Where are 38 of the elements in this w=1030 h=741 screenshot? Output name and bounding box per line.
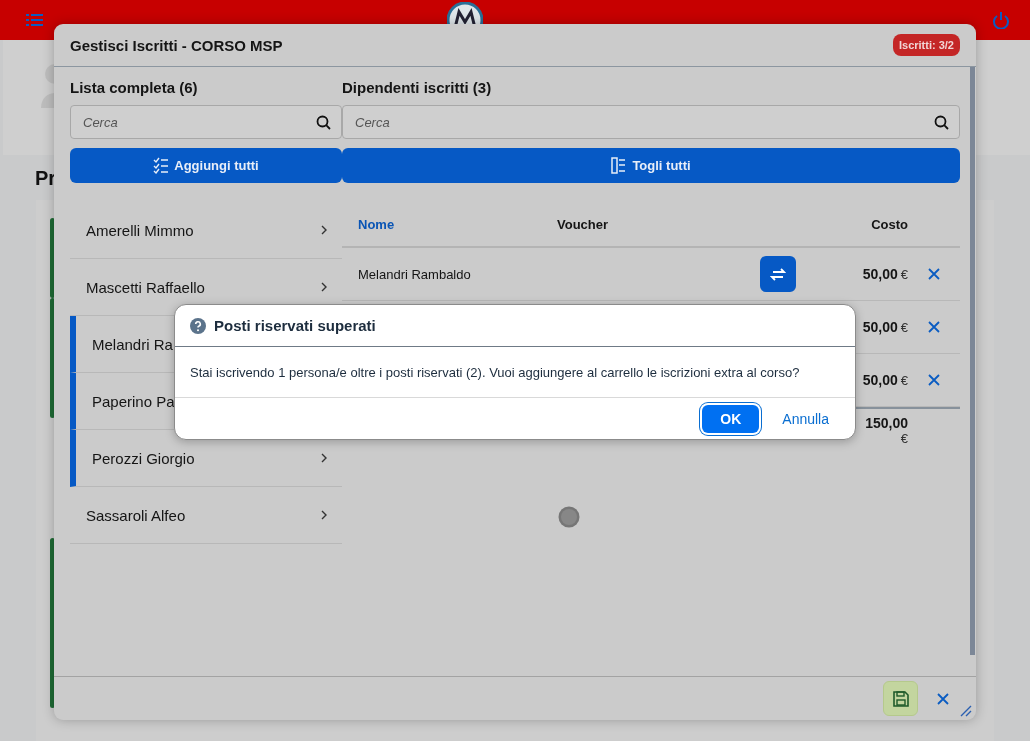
close-icon[interactable] [936, 691, 950, 706]
ok-button[interactable]: OK [702, 404, 760, 433]
search-icon[interactable] [934, 114, 949, 130]
total-cost: 150,00 € [865, 415, 908, 446]
cost-text: 50,00 € [862, 319, 908, 335]
count-badge: Iscritti: 3/2 [892, 34, 960, 56]
dialog-title: Gestisci Iscritti - CORSO MSP [70, 36, 283, 54]
cancel-button[interactable]: Annulla [772, 404, 839, 433]
add-all-button[interactable]: Aggiungi tutti [70, 148, 342, 183]
resize-grip-icon[interactable] [960, 705, 972, 717]
section-heading: Dipendenti iscritti (3) [342, 77, 493, 98]
question-icon [190, 317, 206, 334]
search-field[interactable]: Cerca [70, 105, 342, 139]
list-icon [611, 157, 628, 174]
list-item[interactable]: Sassaroli Alfeo [70, 487, 342, 544]
save-button[interactable] [883, 681, 918, 716]
remove-icon[interactable] [927, 320, 941, 334]
remove-icon[interactable] [927, 373, 941, 387]
cost-text: 50,00 € [862, 266, 908, 282]
save-icon [892, 690, 909, 707]
section-heading: Lista completa (6) [70, 77, 199, 98]
swap-icon [770, 265, 786, 283]
voucher-button[interactable] [760, 256, 796, 292]
message-text: Stai iscrivendo 1 persona/e oltre i posti riservati (2). Vuoi aggiungere al carrello le iscrizioni extra al corso? [175, 347, 855, 398]
list-item[interactable]: Amerelli Mimmo [70, 202, 342, 259]
remove-icon[interactable] [927, 267, 941, 281]
column-header: Costo [871, 216, 908, 232]
search-field[interactable]: Cerca [342, 105, 960, 139]
checklist-icon [153, 157, 170, 174]
dialog-title: Posti riservati superati [214, 317, 376, 334]
page-heading: Pr [35, 167, 57, 190]
column-header[interactable]: Nome [358, 216, 395, 232]
search-icon[interactable] [316, 114, 331, 130]
column-header: Voucher [557, 216, 609, 232]
remove-all-button[interactable]: Togli tutti [342, 148, 960, 183]
table-cell: Melandri Rambaldo [358, 266, 471, 282]
cost-text: 50,00 € [862, 372, 908, 388]
scrollbar[interactable] [970, 67, 975, 655]
